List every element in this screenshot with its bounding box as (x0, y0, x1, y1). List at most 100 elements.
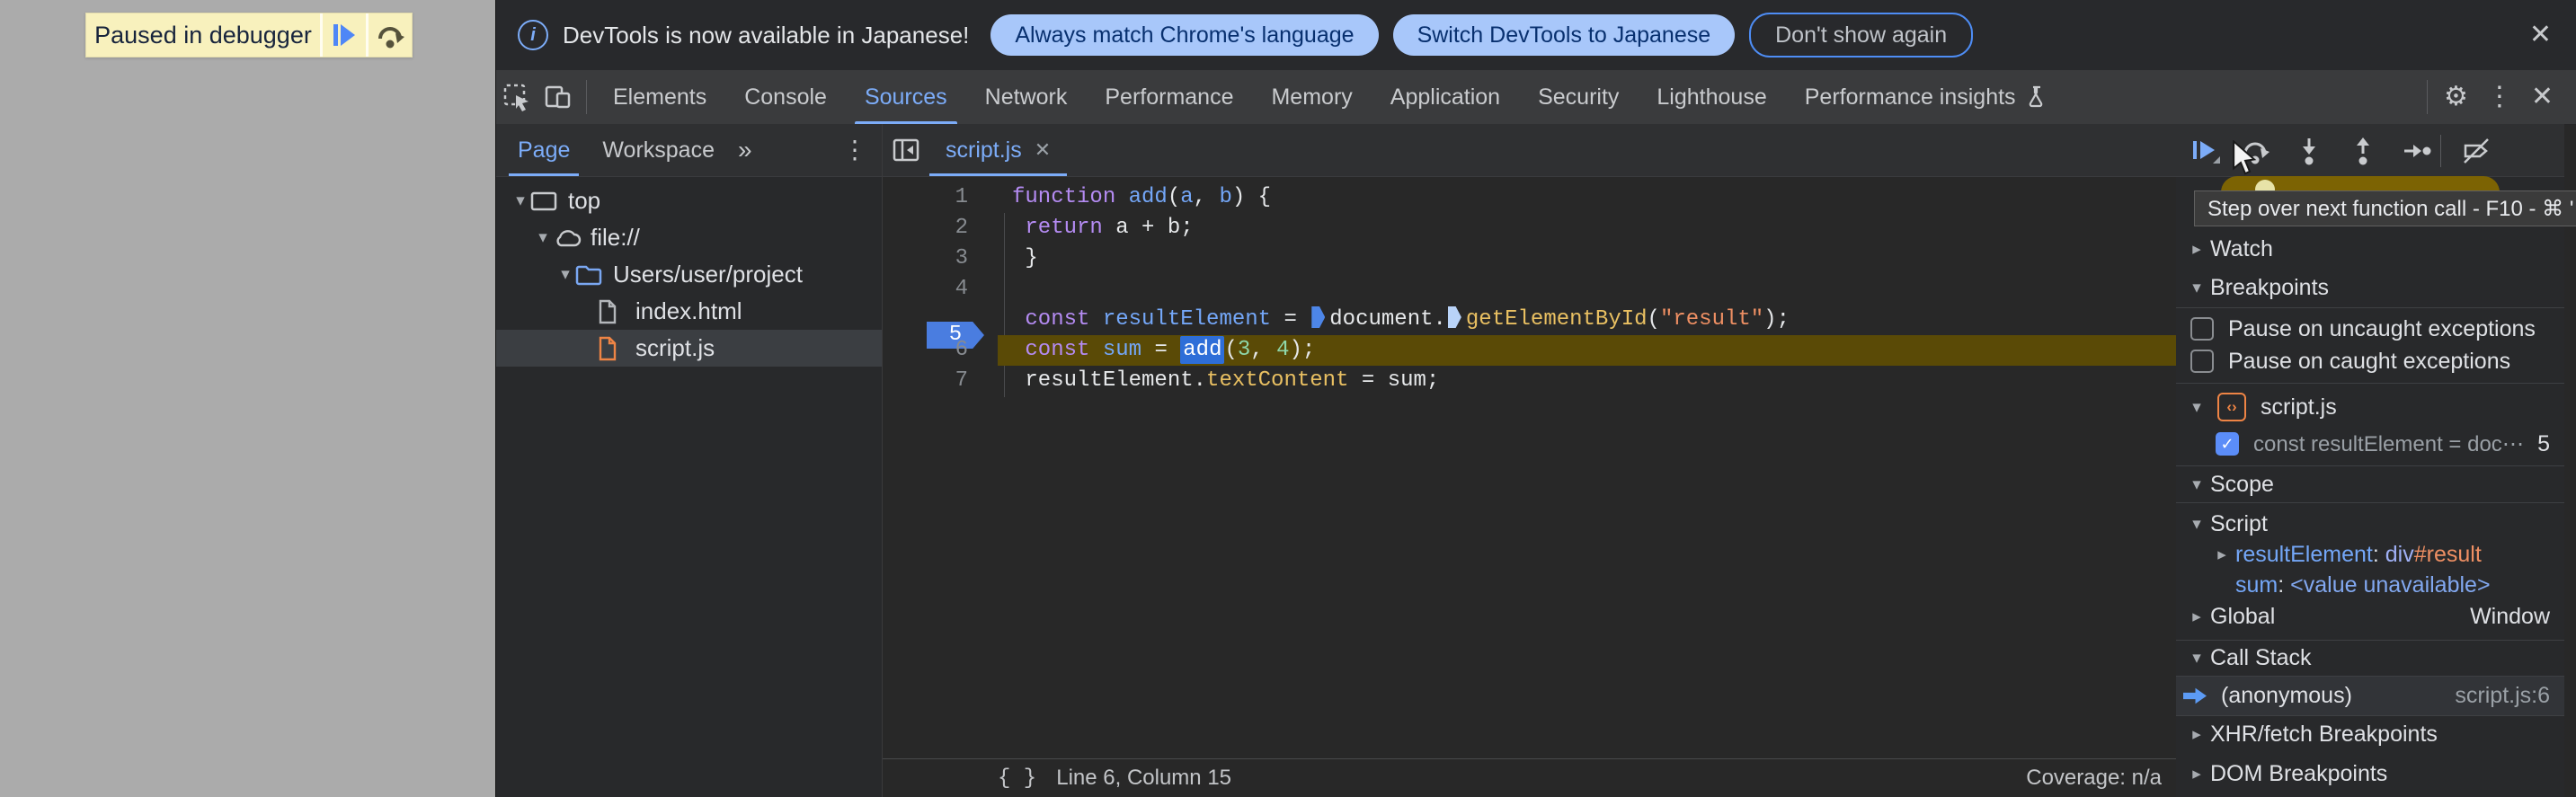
tree-item-users-user-project[interactable]: ▾ Users/user/project (496, 256, 882, 293)
tree-item-file-[interactable]: ▾ file:// (496, 219, 882, 256)
section-dom-breakpoints[interactable]: ▸ DOM Breakpoints (2176, 757, 2564, 791)
dont-show-again-button[interactable]: Don't show again (1749, 13, 1974, 58)
breakpoint-file-group[interactable]: ▾ ‹› script.js (2176, 390, 2564, 424)
settings-gear-icon[interactable]: ⚙ (2435, 84, 2477, 111)
tab-label: Security (1538, 84, 1620, 110)
line-number[interactable]: 3 (883, 244, 1004, 274)
step-button[interactable] (2397, 131, 2437, 171)
editor-tab-close-icon[interactable]: ✕ (1035, 138, 1051, 162)
more-tabs-chevron-icon[interactable]: » (738, 136, 752, 164)
breakpoint-entry-checkbox[interactable]: ✓ (2216, 432, 2239, 456)
code-token: "result" (1659, 307, 1764, 332)
inline-breakpoint-marker[interactable] (1311, 306, 1326, 328)
tab-page[interactable]: Page (507, 124, 581, 176)
tab-memory[interactable]: Memory (1252, 70, 1371, 124)
code-line[interactable]: 1 function add(a, b) { (883, 182, 2176, 213)
code-line[interactable]: 7 resultElement.textContent = sum; (883, 366, 2176, 396)
tab-lighthouse[interactable]: Lighthouse (1638, 70, 1785, 124)
code-line[interactable]: 6 const sum = add (3, 4); (883, 335, 2176, 366)
tree-item-label: top (568, 187, 601, 214)
tab-label: Network (984, 84, 1068, 110)
code-token: = (1141, 338, 1181, 362)
step-out-button[interactable] (2343, 131, 2383, 171)
section-scope[interactable]: ▾ Scope (2176, 467, 2564, 501)
scope-var-value-id: #result (2413, 541, 2482, 567)
caret-down-icon[interactable]: ▾ (533, 227, 553, 248)
caret-right-icon: ▸ (2192, 607, 2201, 626)
pretty-print-icon[interactable]: { } (998, 766, 1036, 791)
navigator-kebab-icon[interactable]: ⋮ (833, 137, 876, 163)
deactivate-breakpoints-icon (2464, 138, 2489, 164)
switch-devtools-japanese-button[interactable]: Switch DevTools to Japanese (1392, 14, 1736, 56)
toggle-device-toolbar-button[interactable] (537, 70, 579, 124)
file-tree: ▾ top ▾ file:// ▾ Users/user/project index.htm… (496, 177, 882, 367)
stack-frame-location: script.js:6 (2455, 683, 2550, 708)
devtools-close-icon[interactable]: ✕ (2522, 84, 2563, 111)
toolbar-separator (2440, 135, 2441, 167)
tab-performance[interactable]: Performance (1086, 70, 1252, 124)
code-line[interactable]: 4 (883, 274, 2176, 305)
infobar-close-icon[interactable]: ✕ (2520, 22, 2561, 49)
editor-tab-label: script.js (946, 137, 1022, 163)
code-line[interactable]: 2 return a + b; (883, 213, 2176, 244)
scope-global-group[interactable]: ▸ Global Window (2176, 600, 2564, 633)
code-area[interactable]: 1 function add(a, b) {2 return a + b; 3 } 4… (883, 176, 2176, 759)
tab-sources[interactable]: Sources (846, 70, 966, 124)
editor-tab-script-js[interactable]: script.js ✕ (929, 124, 1068, 176)
tab-application[interactable]: Application (1372, 70, 1519, 124)
scope-var-sum[interactable]: sum: <value unavailable> (2176, 570, 2564, 600)
scope-global-value: Window (2470, 603, 2550, 629)
section-breakpoints[interactable]: ▾ Breakpoints (2176, 270, 2564, 306)
tree-item-script-js[interactable]: script.js (496, 330, 882, 367)
caret-right-icon: ▸ (2217, 545, 2226, 564)
dom-breakpoints-label: DOM Breakpoints (2210, 760, 2388, 786)
tab-workspace[interactable]: Workspace (591, 124, 725, 176)
resume-icon (333, 24, 355, 46)
pause-caught-checkbox[interactable] (2190, 350, 2214, 373)
section-call-stack[interactable]: ▾ Call Stack (2176, 641, 2564, 675)
inline-breakpoint-marker[interactable] (1447, 306, 1461, 328)
banner-resume-button[interactable] (323, 13, 366, 57)
line-number[interactable]: 2 (883, 213, 1004, 244)
section-watch[interactable]: ▸ Watch (2176, 232, 2564, 266)
tree-item-top[interactable]: ▾ top (496, 182, 882, 219)
resume-script-button[interactable] (2185, 131, 2225, 171)
banner-step-over-button[interactable] (369, 13, 412, 57)
caret-down-icon[interactable]: ▾ (511, 190, 530, 211)
code-line[interactable]: 3 } (883, 244, 2176, 274)
toggle-navigator-button[interactable] (883, 124, 929, 176)
always-match-language-button[interactable]: Always match Chrome's language (990, 14, 1379, 56)
breakpoint-entry[interactable]: ✓ const resultElement = doc⋯ 5 (2176, 426, 2564, 462)
paused-in-debugger-banner: Paused in debugger (85, 13, 413, 58)
tab-network[interactable]: Network (966, 70, 1087, 124)
tab-console[interactable]: Console (725, 70, 846, 124)
scope-var-resultElement[interactable]: ▸ resultElement: div #result (2176, 539, 2564, 570)
code-line[interactable]: 5 const resultElement = document. getElem… (883, 305, 2176, 349)
pause-uncaught-checkbox[interactable] (2190, 317, 2214, 341)
step-into-button[interactable] (2289, 131, 2329, 171)
navigator-header: Page Workspace » ⋮ (496, 124, 882, 177)
line-number[interactable]: 4 (883, 274, 1004, 305)
more-options-kebab-icon[interactable]: ⋮ (2477, 84, 2522, 111)
code-token: ( (1167, 185, 1181, 209)
scope-script-group[interactable]: ▾ Script (2176, 509, 2564, 539)
section-xhr-breakpoints[interactable]: ▸ XHR/fetch Breakpoints (2176, 717, 2564, 751)
line-number[interactable]: 1 (883, 182, 1004, 213)
stack-frame-anonymous[interactable]: (anonymous) script.js:6 (2176, 677, 2564, 715)
code-token: ( (1647, 307, 1660, 332)
tab-elements[interactable]: Elements (594, 70, 725, 124)
deactivate-breakpoints-button[interactable] (2456, 131, 2496, 171)
line-number[interactable]: 6 (883, 335, 1004, 366)
infobar-message: DevTools is now available in Japanese! (563, 21, 970, 49)
tab-security[interactable]: Security (1519, 70, 1638, 124)
caret-down-icon[interactable]: ▾ (555, 264, 575, 285)
tree-item-index-html[interactable]: index.html (496, 293, 882, 330)
inspect-element-button[interactable] (496, 70, 537, 124)
coverage-label: Coverage: n/a (2026, 766, 2162, 790)
line-number[interactable]: 7 (883, 366, 1004, 396)
pause-uncaught-row: Pause on uncaught exceptions (2176, 313, 2564, 345)
tab-performance-insights[interactable]: Performance insights (1786, 70, 2067, 124)
